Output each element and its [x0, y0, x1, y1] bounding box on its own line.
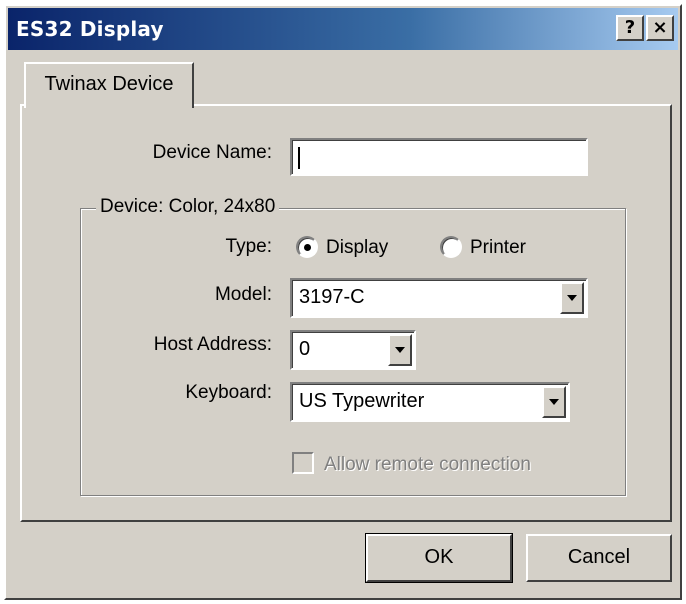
allow-remote-checkbox[interactable]: [292, 452, 314, 474]
title-bar[interactable]: ES32 Display ? ×: [8, 8, 678, 50]
host-address-value: 0: [299, 338, 311, 360]
ok-button[interactable]: OK: [365, 533, 513, 583]
model-select[interactable]: 3197-C: [290, 278, 588, 318]
host-address-dropdown-button[interactable]: [388, 334, 412, 366]
keyboard-dropdown-button[interactable]: [542, 386, 566, 418]
host-address-select[interactable]: 0: [290, 330, 416, 370]
device-group-title: Device: Color, 24x80: [96, 196, 280, 218]
radio-display[interactable]: [296, 236, 318, 258]
radio-printer[interactable]: [440, 236, 462, 258]
keyboard-select[interactable]: US Typewriter: [290, 382, 570, 422]
device-name-input[interactable]: [290, 138, 588, 176]
type-label: Type:: [225, 236, 272, 257]
radio-printer-label[interactable]: Printer: [470, 237, 526, 259]
allow-remote-label: Allow remote connection: [324, 454, 531, 475]
device-name-label: Device Name:: [152, 142, 272, 163]
chevron-down-icon: [395, 347, 405, 353]
close-button[interactable]: ×: [646, 15, 674, 41]
radio-display-label[interactable]: Display: [326, 237, 388, 259]
tab-twinax-device[interactable]: Twinax Device: [24, 62, 194, 108]
model-value: 3197-C: [299, 286, 365, 308]
keyboard-label: Keyboard:: [185, 382, 272, 403]
help-button[interactable]: ?: [616, 15, 644, 41]
text-caret: [298, 147, 300, 169]
host-address-label: Host Address:: [153, 334, 272, 355]
chevron-down-icon: [567, 295, 577, 301]
chevron-down-icon: [549, 399, 559, 405]
model-dropdown-button[interactable]: [560, 282, 584, 314]
window-title: ES32 Display: [16, 17, 164, 41]
model-label: Model:: [214, 284, 272, 305]
keyboard-value: US Typewriter: [299, 390, 425, 412]
radio-selected-dot: [304, 244, 311, 251]
cancel-button[interactable]: Cancel: [526, 534, 672, 582]
